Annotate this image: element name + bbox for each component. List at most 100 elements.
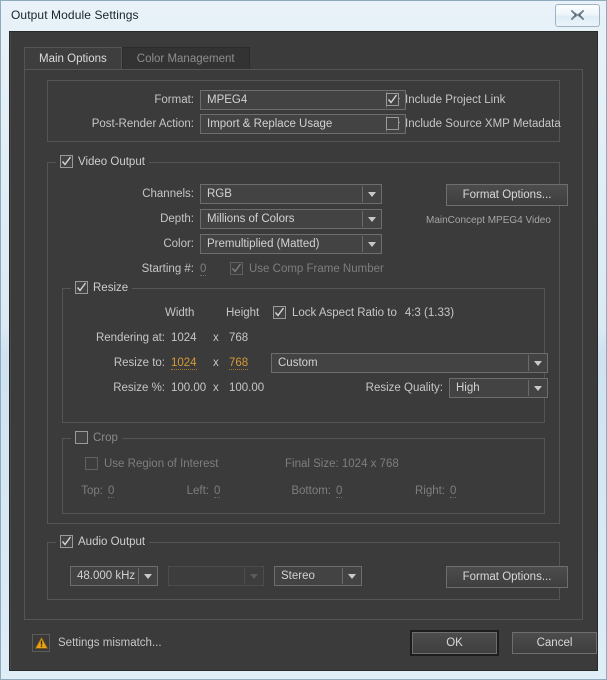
video-output-legend-label: Video Output: [78, 155, 145, 168]
resize-preset-dropdown[interactable]: Custom: [271, 353, 548, 373]
tab-main-options[interactable]: Main Options: [24, 47, 122, 70]
resize-group: Resize Width Height Lock Aspect Ratio to…: [62, 281, 548, 423]
title-bar: Output Module Settings: [1, 1, 606, 29]
rendering-at-label: Rendering at:: [95, 332, 165, 344]
use-comp-frame-number-row: Use Comp Frame Number: [230, 262, 384, 275]
post-render-action-dropdown[interactable]: Import & Replace Usage: [200, 114, 406, 134]
rendering-at-x: x: [213, 332, 219, 344]
chevron-down-icon: [529, 386, 547, 391]
crop-bottom-label: Bottom:: [291, 485, 331, 497]
resize-percent-label: Resize %:: [113, 382, 165, 394]
close-button[interactable]: [555, 4, 600, 27]
crop-left-label: Left:: [186, 485, 209, 497]
video-output-legend[interactable]: Video Output: [56, 155, 149, 168]
checkmark-icon: [387, 94, 398, 104]
color-dropdown[interactable]: Premultiplied (Matted): [200, 234, 382, 254]
color-label: Color:: [163, 238, 194, 250]
crop-checkbox[interactable]: [75, 431, 88, 444]
chevron-down-icon: [363, 192, 381, 197]
checkmark-icon: [274, 307, 285, 317]
crop-group: Crop Use Region of Interest Final Size: …: [62, 431, 545, 514]
main-options-panel: Format: MPEG4 Post-Render Action: Import…: [24, 69, 583, 620]
audio-output-legend[interactable]: Audio Output: [56, 535, 150, 548]
audio-output-group: Audio Output 48.000 kHz Stereo Format Op…: [47, 535, 568, 600]
color-dropdown-value: Premultiplied (Matted): [207, 238, 320, 250]
resize-percent-height: 100.00: [229, 382, 265, 394]
include-xmp-metadata-row[interactable]: Include Source XMP Metadata: [386, 117, 561, 130]
use-comp-frame-number-checkbox: [230, 262, 243, 275]
video-format-options-label: Format Options...: [462, 189, 552, 201]
checkmark-icon: [61, 536, 72, 546]
crop-bottom-value: 0: [336, 485, 343, 498]
tab-color-management-label: Color Management: [136, 53, 235, 65]
audio-output-checkbox[interactable]: [60, 535, 73, 548]
tab-bar: Main Options Color Management: [24, 46, 250, 70]
starting-number-value[interactable]: 0: [200, 263, 207, 276]
resize-checkbox[interactable]: [75, 281, 88, 294]
crop-top-label: Top:: [81, 485, 103, 497]
post-render-action-value: Import & Replace Usage: [207, 118, 333, 130]
chevron-down-icon: [139, 574, 157, 579]
audio-channels-value: Stereo: [281, 570, 315, 582]
resize-to-x: x: [213, 357, 219, 369]
channels-dropdown[interactable]: RGB: [200, 184, 382, 204]
include-project-link-label: Include Project Link: [405, 93, 506, 106]
depth-label: Depth:: [160, 213, 194, 225]
depth-dropdown[interactable]: Millions of Colors: [200, 209, 382, 229]
use-region-of-interest-row: Use Region of Interest: [85, 457, 218, 470]
audio-sample-rate-dropdown[interactable]: 48.000 kHz: [70, 566, 158, 586]
audio-format-options-button[interactable]: Format Options...: [446, 566, 568, 588]
window-title: Output Module Settings: [11, 8, 139, 22]
crop-left-value: 0: [214, 485, 221, 498]
checkmark-icon: [231, 263, 242, 273]
dialog-window: Output Module Settings Main Options Colo…: [0, 0, 607, 680]
audio-bit-depth-dropdown: [168, 566, 264, 586]
video-output-checkbox[interactable]: [60, 155, 73, 168]
cancel-button[interactable]: Cancel: [512, 632, 597, 654]
video-format-options-button[interactable]: Format Options...: [446, 184, 568, 206]
depth-dropdown-value: Millions of Colors: [207, 213, 295, 225]
crop-legend-label: Crop: [93, 431, 118, 444]
format-dropdown[interactable]: MPEG4: [200, 90, 406, 110]
ok-button[interactable]: OK: [410, 630, 499, 656]
channels-label: Channels:: [142, 188, 194, 200]
lock-aspect-ratio-label: Lock Aspect Ratio to: [292, 306, 397, 319]
final-size-label: Final Size: 1024 x 768: [285, 458, 399, 470]
dialog-footer: Settings mismatch... OK Cancel: [24, 630, 597, 660]
checkmark-icon: [76, 282, 87, 292]
resize-quality-label: Resize Quality:: [365, 382, 443, 394]
include-project-link-row[interactable]: Include Project Link: [386, 93, 505, 106]
audio-format-options-label: Format Options...: [462, 571, 552, 583]
chevron-down-icon: [529, 361, 547, 366]
audio-channels-dropdown[interactable]: Stereo: [274, 566, 362, 586]
crop-legend[interactable]: Crop: [71, 431, 122, 444]
resize-legend-label: Resize: [93, 281, 129, 294]
resize-preset-value: Custom: [278, 357, 318, 369]
close-icon: [571, 10, 584, 20]
resize-to-height[interactable]: 768: [229, 357, 249, 370]
video-codec-note: MainConcept MPEG4 Video: [426, 215, 551, 226]
rendering-at-height: 768: [229, 332, 249, 344]
tab-main-options-label: Main Options: [39, 53, 107, 65]
crop-right-label: Right:: [414, 485, 445, 497]
chevron-down-icon: [363, 217, 381, 222]
settings-mismatch-warning: [32, 634, 50, 652]
settings-mismatch-text: Settings mismatch...: [58, 637, 162, 649]
use-region-of-interest-label: Use Region of Interest: [104, 457, 219, 470]
resize-quality-value: High: [456, 382, 480, 394]
include-xmp-metadata-checkbox[interactable]: [386, 117, 399, 130]
resize-legend[interactable]: Resize: [71, 281, 133, 294]
tab-color-management[interactable]: Color Management: [121, 47, 250, 70]
starting-number-label: Starting #:: [141, 263, 194, 275]
dialog-body: Main Options Color Management Format: MP…: [9, 31, 598, 671]
lock-aspect-ratio-checkbox[interactable]: [273, 306, 286, 319]
chevron-down-icon: [363, 242, 381, 247]
resize-to-width[interactable]: 1024: [171, 357, 197, 370]
include-project-link-checkbox[interactable]: [386, 93, 399, 106]
resize-percent-x: x: [213, 382, 219, 394]
crop-top-value: 0: [108, 485, 115, 498]
crop-right-value: 0: [450, 485, 457, 498]
lock-aspect-ratio-row[interactable]: Lock Aspect Ratio to 4:3 (1.33): [273, 306, 454, 319]
resize-quality-dropdown[interactable]: High: [449, 378, 548, 398]
rendering-at-width: 1024: [171, 332, 197, 344]
